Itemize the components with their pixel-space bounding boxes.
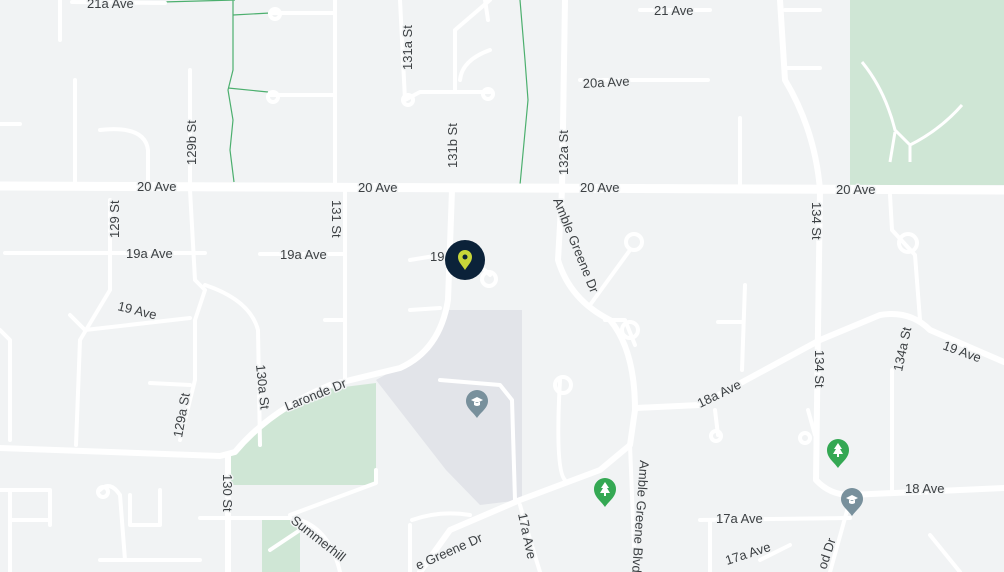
street-label-20-ave-1: 20 Ave <box>137 179 177 194</box>
street-label-134-st-2: 134 St <box>812 350 827 388</box>
tree-icon[interactable] <box>827 439 849 468</box>
boundary-line <box>227 12 271 93</box>
street-label-21-ave: 21 Ave <box>654 3 694 18</box>
street-label-20-ave-3: 20 Ave <box>580 180 620 195</box>
street-label-17a-ave-2: 17a Ave <box>723 539 772 568</box>
street-label-131-st: 131 St <box>329 200 344 238</box>
location-pin-icon[interactable] <box>445 240 485 280</box>
street-label-19-ave-1: 19 Ave <box>116 298 158 322</box>
road-laronde-dr <box>0 187 455 459</box>
street-label-17a-ave-3: 17a Ave <box>515 512 539 561</box>
street-label-131b-st: 131b St <box>445 123 460 168</box>
map-layer: 21a Ave 21 Ave 20a Ave 131a St 129b St 1… <box>0 0 1004 572</box>
street-label-18a-ave: 18a Ave <box>695 377 744 411</box>
street-label-129b-st: 129b St <box>184 120 199 165</box>
street-label-19a-ave-1: 19a Ave <box>126 246 173 261</box>
street-label-129a-st: 129a St <box>170 391 193 438</box>
map-canvas[interactable]: 21a Ave 21 Ave 20a Ave 131a St 129b St 1… <box>0 0 1004 572</box>
street-label-131a-st: 131a St <box>400 25 415 70</box>
street-label-21a-ave: 21a Ave <box>87 0 134 11</box>
boundary-line <box>519 0 529 186</box>
street-label-134a-st: 134a St <box>890 325 914 372</box>
street-label-130a-st: 130a St <box>253 364 273 411</box>
street-label-20a-ave: 20a Ave <box>582 74 629 91</box>
street-label-130-st: 130 St <box>220 474 235 512</box>
street-label-19a-ave-2: 19a Ave <box>280 247 327 262</box>
street-label-20-ave-2: 20 Ave <box>358 180 398 195</box>
street-label-19a-ave-3: 19 <box>430 249 444 264</box>
street-label-17a-ave-1: 17a Ave <box>716 511 763 526</box>
street-label-134-st: 134 St <box>809 202 824 240</box>
school-icon[interactable] <box>841 488 863 516</box>
street-label-20-ave-4: 20 Ave <box>836 182 876 197</box>
park-area-ne <box>850 0 1004 185</box>
tree-icon[interactable] <box>594 478 616 507</box>
school-grounds <box>376 310 522 505</box>
street-label-129-st: 129 St <box>107 200 122 238</box>
street-label-18-ave: 18 Ave <box>905 481 945 496</box>
street-label-132a-st: 132a St <box>556 130 571 175</box>
